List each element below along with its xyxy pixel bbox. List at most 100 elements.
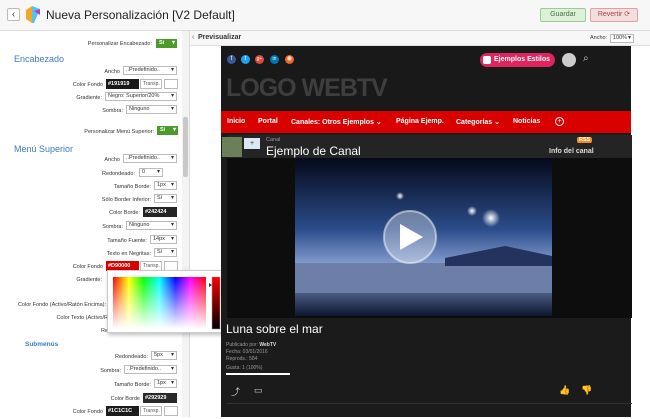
ancho-select[interactable]: ..Predefinido.. [123, 66, 177, 75]
tam-fuente-label: Tamaño Fuente: [107, 238, 147, 244]
channel-info-link[interactable]: Info del canal [549, 148, 594, 155]
add-icon[interactable]: + [555, 117, 564, 126]
palette-icon [483, 56, 491, 64]
section-menu-title: Menú Superior [14, 144, 74, 154]
twitter-icon[interactable]: t [241, 55, 250, 64]
menu-canales-label: Canales: Otros Ejemplos [291, 119, 374, 126]
sombra-label: Sombra: [102, 108, 123, 114]
back-button[interactable]: ‹ [7, 8, 20, 21]
menu-sombra-select[interactable]: Ninguno [126, 221, 177, 230]
redondeado-select[interactable]: 0 [139, 168, 163, 177]
menu-item-pagina[interactable]: Página Ejemp. [396, 118, 444, 125]
sub-color-borde-label: Color Borde [110, 396, 140, 402]
solo-borde-select[interactable]: Sí [154, 194, 177, 203]
add-channel-icon[interactable]: + [244, 138, 260, 149]
sub-redondeado-label: Redondeado: [114, 354, 148, 360]
sub-color-fondo-input[interactable]: #1C1C1C [106, 406, 139, 416]
color-picker-canvas[interactable] [108, 271, 225, 334]
gradiente-select[interactable]: Negro: Superior/20% [105, 92, 177, 101]
menu-categorias-label: Categorías [456, 119, 493, 126]
sub-tam-borde-label: Tamaño Borde: [113, 382, 151, 388]
menu-item-categorias[interactable]: Categorías ⌄ [456, 118, 500, 126]
menu-item-noticias[interactable]: Noticias [513, 118, 540, 125]
chevron-left-icon: ‹ [11, 9, 16, 20]
texto-activo-label: Color Texto (Activo/R [56, 315, 108, 321]
rss-badge[interactable]: RSS [577, 137, 593, 143]
share-icon[interactable]: ⤴ [231, 385, 240, 398]
comment-icon[interactable]: ▭ [254, 385, 263, 396]
refresh-icon: ⟳ [624, 11, 631, 18]
re-label: Re [100, 328, 108, 334]
channel-name[interactable]: Ejemplo de Canal [266, 144, 361, 158]
published-by-value[interactable]: WebTV [259, 342, 276, 348]
revert-button[interactable]: Revertir ⟳ [590, 8, 638, 22]
section-submenu-title: Submenús [25, 341, 59, 348]
channel-thumbnail[interactable] [222, 137, 242, 157]
googleplus-icon[interactable]: g+ [255, 55, 264, 64]
custom-menu-select[interactable]: Sí [157, 126, 178, 135]
preview-label: Previsualizar [198, 34, 242, 41]
facebook-icon[interactable]: f [227, 55, 236, 64]
solo-borde-label: Sólo Border Inferior: [101, 197, 151, 203]
fondo-activo-label: Color Fondo (Activo/Ratón Encima): [17, 302, 106, 308]
settings-scroll-thumb[interactable] [183, 117, 188, 177]
thumbs-up-icon[interactable]: 👍 [559, 385, 570, 396]
negritas-select[interactable]: Sí [154, 248, 177, 257]
thumbs-down-icon[interactable]: 👎 [581, 385, 592, 396]
rss-icon[interactable]: ◉ [285, 55, 294, 64]
sub-transp-input[interactable]: Transp. [140, 406, 162, 416]
sub-sombra-select[interactable]: ..Predefinido.. [124, 365, 177, 374]
settings-scrollbar[interactable] [182, 31, 189, 417]
user-avatar-icon[interactable] [562, 53, 576, 67]
video-plays: Reprods.: 584 [226, 356, 258, 362]
preview-width-select[interactable]: 100% [610, 34, 634, 43]
color-fondo-label: Color Fondo [72, 82, 103, 88]
color-borde-input[interactable]: #242424 [143, 207, 177, 217]
linkedin-icon[interactable]: in [270, 55, 279, 64]
app-logo-icon [26, 6, 40, 23]
custom-header-label: Personalizar Encabezado: [87, 41, 152, 47]
negritas-label: Texto en Negritas: [106, 251, 151, 257]
published-by: Publicado por: WebTV [226, 342, 276, 348]
page-title: Nueva Personalización [V2 Default] [46, 8, 235, 22]
sub-tam-borde-select[interactable]: 1px [154, 379, 177, 388]
likes-bar [226, 373, 290, 375]
video-likes: Gusta: 1 (100%) [226, 365, 263, 371]
transp-input[interactable]: Transp. [140, 79, 162, 89]
color-fondo-input[interactable]: #191919 [106, 79, 139, 89]
menu-item-inicio[interactable]: Inicio [227, 118, 245, 125]
sub-transp-swatch[interactable] [164, 406, 178, 416]
menu-item-canales[interactable]: Canales: Otros Ejemplos ⌄ [291, 118, 382, 126]
save-button[interactable]: Guardar [540, 8, 586, 22]
tam-fuente-select[interactable]: 14px [150, 235, 177, 244]
transp-swatch[interactable] [164, 79, 178, 89]
tam-borde-label: Tamaño Borde: [113, 184, 151, 190]
sub-color-borde-input[interactable]: #292929 [143, 393, 177, 403]
menu-color-fondo-label: Color Fondo [72, 264, 103, 270]
sombra-select[interactable]: Ninguno [126, 105, 177, 114]
revert-label: Revertir [597, 11, 623, 18]
collapse-icon[interactable]: ‹ [192, 34, 194, 41]
custom-header-select[interactable]: Sí [156, 39, 177, 48]
menu-sombra-label: Sombra: [102, 224, 123, 230]
chevron-down-icon: ⌄ [375, 119, 382, 126]
site-logo[interactable]: LOGO WEBTV [226, 74, 388, 103]
color-picker-popup [107, 270, 224, 333]
menu-ancho-select[interactable]: ..Predefinido.. [123, 154, 177, 163]
section-header-title: Encabezado [14, 54, 65, 64]
preview-header: ‹ Previsualizar Ancho: 100% [190, 31, 650, 46]
channel-small-label: Canal [266, 137, 281, 143]
tam-borde-select[interactable]: 1px [154, 181, 177, 190]
video-player[interactable] [295, 158, 552, 316]
chevron-down-icon: ⌄ [494, 119, 501, 126]
custom-menu-label: Personalizar Menú Superior: [84, 129, 154, 135]
sub-redondeado-select[interactable]: 5px [151, 351, 177, 360]
footer-divider [227, 403, 632, 404]
video-date: Fecha: 03/01/2016 [226, 349, 268, 355]
menu-item-portal[interactable]: Portal [258, 118, 278, 125]
menu-ancho-label: Ancho [104, 157, 120, 163]
preview-width-label: Ancho: [590, 35, 608, 41]
search-icon[interactable]: ⌕ [583, 53, 589, 64]
styles-button[interactable]: Ejemplos Estilos [480, 53, 555, 67]
published-by-label: Publicado por: [226, 342, 258, 348]
